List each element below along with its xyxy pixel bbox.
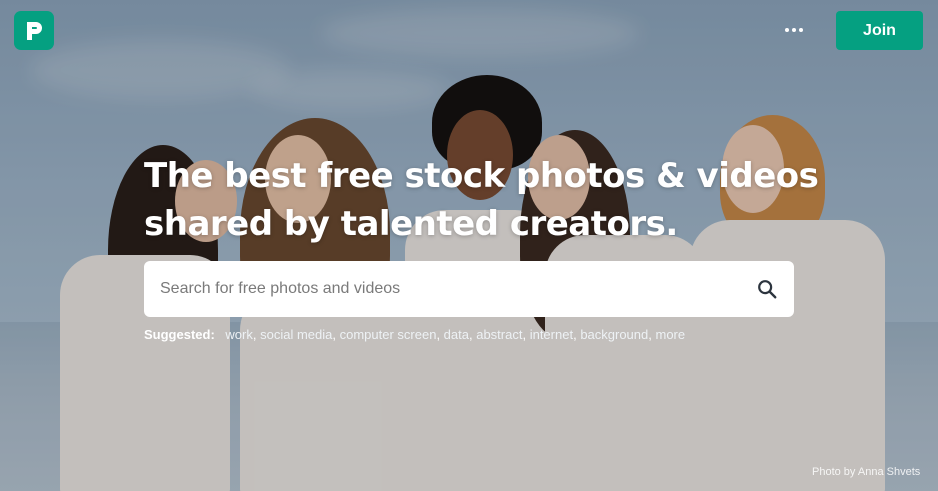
more-menu-button[interactable] bbox=[780, 20, 808, 40]
suggested-item-work[interactable]: work bbox=[225, 327, 252, 342]
suggested-item-abstract[interactable]: abstract bbox=[476, 327, 522, 342]
logo[interactable] bbox=[14, 11, 54, 50]
suggested-item-background[interactable]: background bbox=[580, 327, 648, 342]
suggested-item-social-media[interactable]: social media bbox=[260, 327, 332, 342]
search-input[interactable] bbox=[160, 261, 730, 317]
search-bar bbox=[144, 261, 794, 317]
suggested-searches: Suggested: work, social media, computer … bbox=[144, 327, 686, 342]
suggested-item-internet[interactable]: internet bbox=[530, 327, 573, 342]
suggested-more-link[interactable]: more bbox=[656, 327, 686, 342]
suggested-item-computer-screen[interactable]: computer screen bbox=[340, 327, 437, 342]
hero-section: Join The best free stock photos & videos… bbox=[0, 0, 938, 491]
hero-headline: The best free stock photos & videos shar… bbox=[144, 152, 824, 248]
pexels-logo-icon bbox=[27, 21, 42, 40]
headline-line-2: shared by talented creators. bbox=[144, 204, 678, 244]
suggested-item-data[interactable]: data bbox=[444, 327, 469, 342]
suggested-label: Suggested: bbox=[144, 327, 215, 342]
headline-line-1: The best free stock photos & videos bbox=[144, 156, 819, 196]
search-icon[interactable] bbox=[756, 278, 778, 300]
ellipsis-icon bbox=[785, 28, 789, 32]
join-button[interactable]: Join bbox=[836, 11, 923, 50]
photo-credit[interactable]: Photo by Anna Shvets bbox=[812, 466, 920, 478]
